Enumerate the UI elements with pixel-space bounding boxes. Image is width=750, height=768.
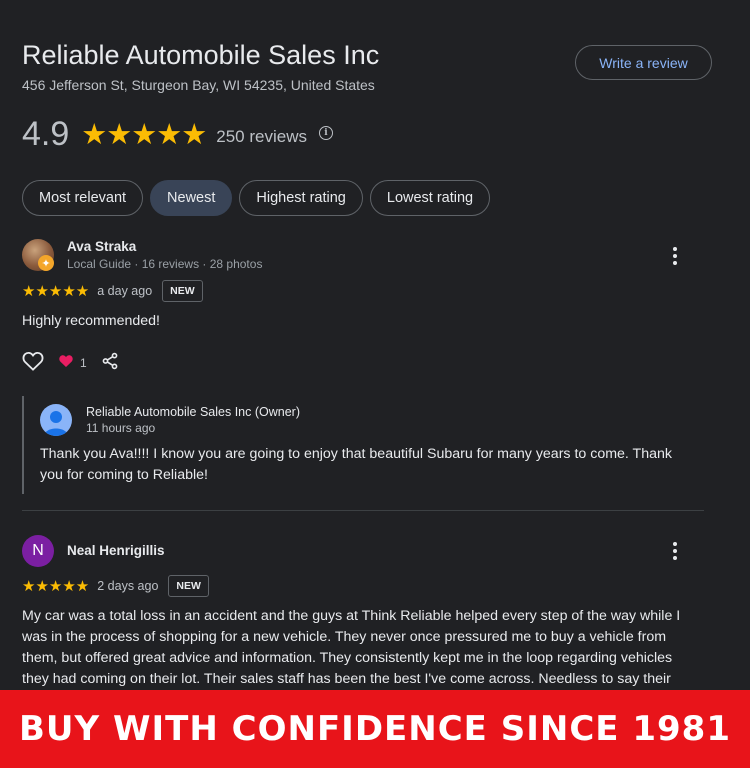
owner-reply-time: 11 hours ago [86,421,156,435]
like-heart-icon[interactable] [22,351,44,376]
sort-newest[interactable]: Newest [150,180,233,216]
business-address: 456 Jefferson St, Sturgeon Bay, WI 54235… [22,77,375,93]
review-text: My car was a total loss in an accident a… [22,608,681,687]
business-name: Reliable Automobile Sales Inc [22,40,380,70]
review-stars: ★★★★★ [22,283,90,300]
more-options-icon[interactable] [672,542,678,560]
sort-most-relevant[interactable]: Most relevant [22,180,144,216]
sort-chips: Most relevant Newest Highest rating Lowe… [22,180,491,216]
review-author[interactable]: Neal Henrigillis [67,543,165,558]
review-rating: ★★★★★ 2 days ago NEW [22,575,209,597]
reaction-heart-icon [58,354,74,373]
new-badge: NEW [162,280,203,302]
review-stars: ★★★★★ [22,578,90,595]
review-rating: ★★★★★ a day ago NEW [22,280,203,302]
write-review-button[interactable]: Write a review [575,45,712,80]
review-divider [22,510,704,511]
rating-summary: 4.9 ★★★★★ 250 reviews i [22,114,333,154]
review-author[interactable]: Ava Straka [67,239,136,254]
rating-stars: ★★★★★ [81,118,207,151]
owner-name: Reliable Automobile Sales Inc (Owner) [86,405,300,419]
info-icon[interactable]: i [318,126,333,140]
owner-reply-text: Thank you Ava!!!! I know you are going t… [40,446,672,483]
new-badge: NEW [168,575,209,597]
average-rating: 4.9 [22,114,70,153]
review-time: a day ago [97,284,153,298]
sort-highest-rating[interactable]: Highest rating [239,180,363,216]
review-text: Highly recommended! [22,313,160,329]
sort-lowest-rating[interactable]: Lowest rating [369,180,491,216]
avatar[interactable]: N [22,535,54,567]
local-guide-badge-icon: ✦ [38,255,54,271]
like-count: 1 [80,356,87,370]
share-icon[interactable] [101,352,119,375]
review-count[interactable]: 250 reviews [216,127,307,147]
review-time: 2 days ago [97,579,159,593]
more-options-icon[interactable] [672,247,678,265]
promo-banner: BUY WITH CONFIDENCE SINCE 1981 [0,690,750,768]
owner-avatar-icon [40,404,72,436]
review-actions: 1 [22,351,119,376]
reviewer-meta: Local Guide · 16 reviews · 28 photos [67,257,263,271]
